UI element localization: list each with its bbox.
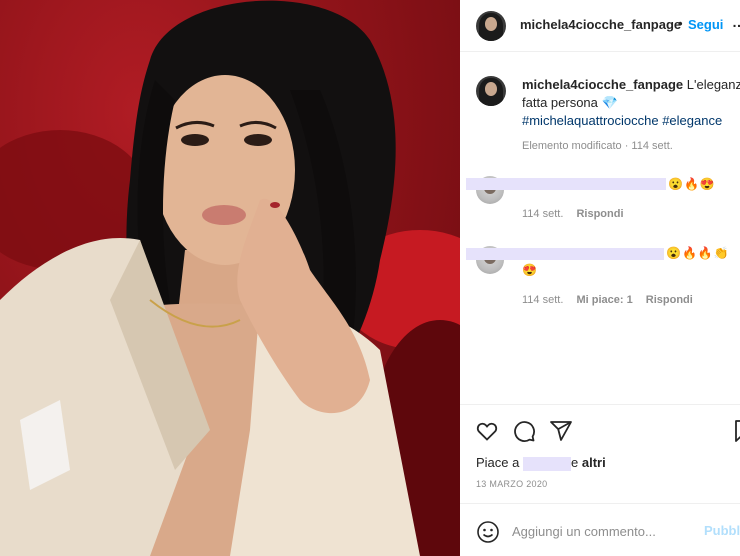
post-side-panel: michela4ciocche_fanpage • Segui … michel…: [460, 0, 740, 556]
hashtag-michelaquattrociocche[interactable]: #michelaquattrociocche: [522, 113, 659, 128]
likes-summary: Piace a e altri: [476, 455, 606, 471]
bookmark-icon[interactable]: [732, 419, 740, 443]
comment-icon[interactable]: [512, 419, 536, 443]
comment-meta: 114 sett. Rispondi: [522, 208, 624, 220]
comment-likes[interactable]: Mi piace: 1: [576, 294, 632, 306]
likes-others-link[interactable]: altri: [582, 455, 606, 470]
redacted-comment-text: [466, 248, 664, 260]
caption-meta: Elemento modificato · 114 sett.: [522, 140, 673, 152]
comment-emojis: 😮🔥🔥👏: [666, 246, 730, 260]
comment-time: 114 sett.: [522, 294, 564, 306]
likes-and: e: [571, 455, 579, 470]
author-avatar[interactable]: [476, 11, 506, 41]
publish-button[interactable]: Pubbl: [704, 523, 740, 538]
add-comment-bar: Pubbl: [460, 503, 740, 556]
caption-line1: L'eleganza: [686, 77, 740, 92]
post-photo-illustration: [0, 0, 460, 556]
more-options-icon[interactable]: …: [732, 14, 740, 30]
post-photo[interactable]: [0, 0, 460, 556]
comment-time: 114 sett.: [522, 208, 564, 220]
redacted-liker: [523, 456, 571, 471]
caption-text: michela4ciocche_fanpage L'eleganza fatta…: [522, 76, 740, 130]
follow-button[interactable]: Segui: [688, 17, 723, 32]
post-date: 13 MARZO 2020: [476, 479, 548, 489]
redacted-comment-text: [466, 178, 666, 190]
likes-prefix: Piace a: [476, 455, 520, 470]
post-actions: [460, 404, 740, 450]
caption-author-avatar[interactable]: [476, 76, 506, 106]
comment-reply-button[interactable]: Rispondi: [576, 208, 623, 220]
hashtag-elegance[interactable]: #elegance: [662, 113, 722, 128]
comment-reply-button[interactable]: Rispondi: [646, 294, 693, 306]
comment-input[interactable]: [512, 520, 702, 542]
heart-icon[interactable]: [475, 419, 499, 443]
comment-emojis-line2: 😍: [522, 263, 538, 277]
caption-line2: fatta persona: [522, 95, 598, 110]
separator-dot: •: [678, 16, 683, 31]
emoji-smile-icon[interactable]: [476, 520, 500, 544]
gem-emoji: 💎: [601, 95, 618, 110]
author-username[interactable]: michela4ciocche_fanpage: [520, 17, 681, 32]
caption-username[interactable]: michela4ciocche_fanpage: [522, 77, 683, 92]
comment-emojis: 😮🔥😍: [668, 177, 716, 191]
comment-meta: 114 sett. Mi piace: 1 Rispondi: [522, 294, 693, 306]
share-icon[interactable]: [549, 419, 573, 443]
post-header: michela4ciocche_fanpage • Segui …: [460, 0, 740, 52]
